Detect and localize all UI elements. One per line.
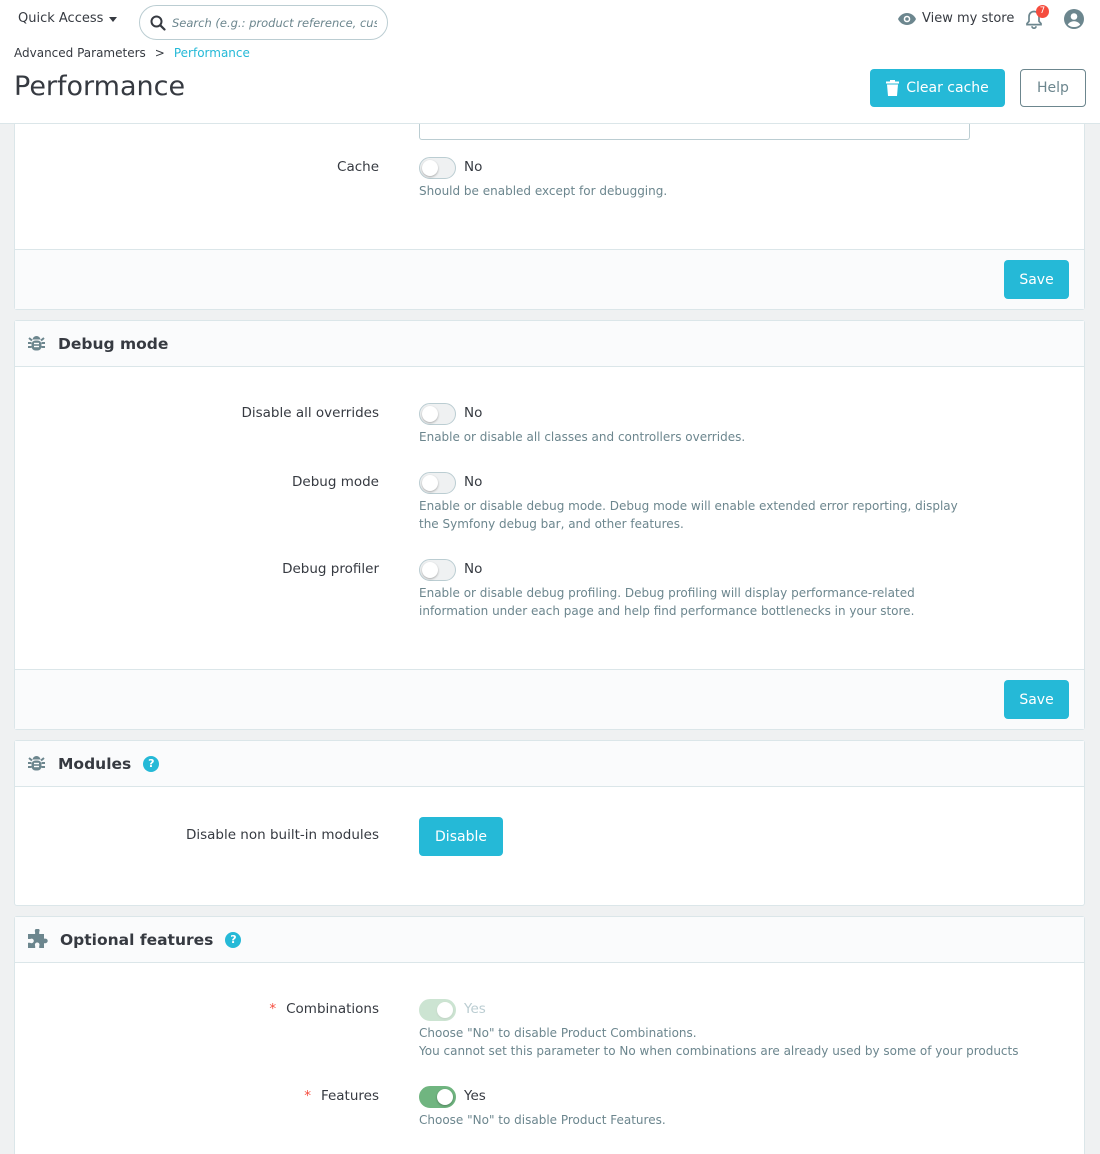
help-button[interactable]: Help: [1020, 69, 1086, 107]
combinations-toggle: [419, 999, 456, 1021]
disable-overrides-label: Disable all overrides: [241, 405, 379, 421]
debug-mode-title: Debug mode: [58, 334, 169, 353]
quick-access-dropdown[interactable]: Quick Access: [18, 11, 118, 26]
modules-card: Modules ? Disable non built-in modules D…: [14, 740, 1085, 906]
toggle-knob: [422, 562, 438, 578]
debug-card-footer: Save: [15, 669, 1084, 729]
search-icon: [150, 15, 166, 31]
eye-icon: [898, 12, 916, 25]
features-toggle[interactable]: [419, 1086, 456, 1108]
save-debug-button[interactable]: Save: [1004, 680, 1069, 719]
breadcrumb-parent-link[interactable]: Advanced Parameters: [14, 46, 146, 60]
modules-title: Modules: [58, 754, 132, 773]
debug-profiler-toggle[interactable]: [419, 559, 456, 581]
user-avatar-icon: [1064, 9, 1084, 29]
modules-header: Modules ?: [15, 741, 1084, 787]
toggle-knob: [437, 1002, 453, 1018]
optional-features-header: Optional features ?: [15, 917, 1084, 963]
optional-features-card: Optional features ? * Combinations Yes Ch…: [14, 916, 1085, 1154]
cache-card-footer: Save: [15, 249, 1084, 309]
optional-features-help-icon[interactable]: ?: [225, 931, 242, 948]
breadcrumb-separator: >: [154, 46, 165, 60]
disable-overrides-help: Enable or disable all classes and contro…: [419, 430, 746, 444]
clear-cache-button[interactable]: Clear cache: [870, 69, 1005, 107]
combinations-label: Combinations: [286, 1001, 379, 1017]
save-cache-button[interactable]: Save: [1004, 260, 1069, 299]
cache-toggle[interactable]: [419, 157, 456, 179]
modules-help-icon[interactable]: ?: [143, 755, 160, 772]
trash-icon: [886, 80, 900, 96]
bug-icon: [28, 335, 45, 351]
view-my-store-label: View my store: [922, 11, 1015, 26]
required-asterisk: *: [304, 1088, 311, 1104]
debug-mode-help: Enable or disable debug mode. Debug mode…: [419, 499, 958, 531]
view-my-store-link[interactable]: View my store: [898, 11, 1014, 26]
caret-down-icon: [109, 17, 118, 22]
debug-profiler-label: Debug profiler: [282, 561, 379, 577]
debug-mode-card: Debug mode Disable all overrides No Enab…: [14, 320, 1085, 730]
debug-mode-header: Debug mode: [15, 321, 1084, 367]
breadcrumb-current-link[interactable]: Performance: [174, 46, 250, 60]
toggle-knob: [437, 1089, 453, 1105]
optional-features-title: Optional features: [60, 930, 214, 949]
toggle-knob: [422, 406, 438, 422]
debug-mode-toggle[interactable]: [419, 472, 456, 494]
search-box[interactable]: [139, 5, 388, 40]
disable-overrides-toggle[interactable]: [419, 403, 456, 425]
features-label: Features: [320, 1088, 379, 1104]
bug-icon: [28, 755, 45, 771]
combinations-label-wrap: * Combinations: [269, 1001, 379, 1017]
toggle-knob: [422, 160, 438, 176]
cache-value: No: [464, 159, 483, 175]
disable-overrides-value: No: [464, 405, 483, 421]
account-button[interactable]: [1064, 9, 1084, 33]
toggle-knob: [422, 475, 438, 491]
cache-help: Should be enabled except for debugging.: [419, 184, 668, 198]
combinations-value: Yes: [464, 1001, 486, 1017]
features-value: Yes: [464, 1088, 486, 1104]
combinations-help-2: You cannot set this parameter to No when…: [419, 1044, 1019, 1058]
notifications-badge: 7: [1036, 5, 1049, 18]
cache-label: Cache: [337, 159, 379, 175]
puzzle-piece-icon: [28, 929, 48, 948]
page-title: Performance: [14, 71, 186, 102]
disable-modules-button[interactable]: Disable: [419, 817, 503, 856]
features-label-wrap: * Features: [304, 1088, 379, 1104]
clear-cache-label: Clear cache: [906, 80, 989, 96]
debug-profiler-value: No: [464, 561, 483, 577]
disable-modules-label: Disable non built-in modules: [185, 827, 379, 843]
search-input[interactable]: [172, 15, 377, 30]
breadcrumb: Advanced Parameters > Performance: [14, 46, 250, 60]
top-header: Quick Access View my store 7 Advanc: [0, 0, 1100, 124]
cache-card: Cache No Should be enabled except for de…: [14, 100, 1085, 310]
debug-mode-label: Debug mode: [292, 474, 379, 490]
quick-access-label: Quick Access: [18, 11, 104, 26]
debug-mode-value: No: [464, 474, 483, 490]
required-asterisk: *: [269, 1001, 277, 1017]
combinations-help-1: Choose "No" to disable Product Combinati…: [419, 1026, 697, 1040]
features-help: Choose "No" to disable Product Features.: [419, 1113, 666, 1127]
caching-text-input[interactable]: [419, 124, 970, 140]
debug-profiler-help: Enable or disable debug profiling. Debug…: [419, 586, 915, 618]
